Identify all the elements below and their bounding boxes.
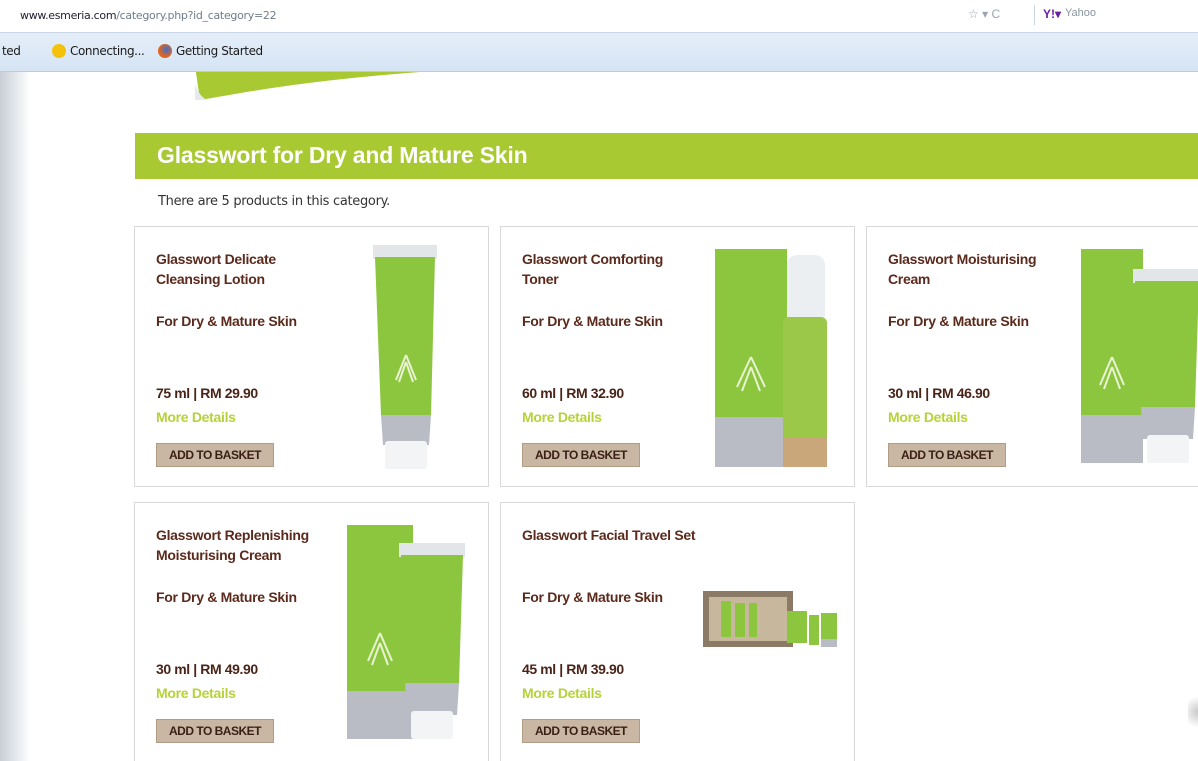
more-details-link[interactable]: More Details xyxy=(522,685,602,701)
add-to-basket-button[interactable]: ADD TO BASKET xyxy=(156,719,274,743)
url-domain: www.esmeria.com xyxy=(20,9,117,22)
product-name[interactable]: Glasswort Replenishing Moisturising Crea… xyxy=(156,525,336,565)
left-shadow xyxy=(0,72,30,761)
more-details-link[interactable]: More Details xyxy=(156,685,236,701)
yahoo-icon: Y!▾ xyxy=(1043,7,1062,21)
address-bar[interactable]: www.esmeria.com/category.php?id_category… xyxy=(0,0,1198,33)
moisturising-cream-image xyxy=(1081,249,1198,463)
page-title: Glasswort for Dry and Mature Skin xyxy=(157,142,528,168)
bookmark-connecting[interactable]: Connecting... xyxy=(52,44,145,58)
category-banner: Glasswort for Dry and Mature Skin xyxy=(135,133,1198,179)
bookmarks-toolbar: ted Connecting... Getting Started xyxy=(0,33,1198,72)
product-price: 60 ml | RM 32.90 xyxy=(522,385,624,401)
product-skin-type: For Dry & Mature Skin xyxy=(522,589,663,605)
product-price: 30 ml | RM 49.90 xyxy=(156,661,258,677)
product-price: 75 ml | RM 29.90 xyxy=(156,385,258,401)
product-card: Glasswort Comforting Toner For Dry & Mat… xyxy=(500,226,855,487)
bookmark-label: Connecting... xyxy=(70,44,145,58)
product-skin-type: For Dry & Mature Skin xyxy=(522,313,663,329)
product-card: Glasswort Facial Travel Set For Dry & Ma… xyxy=(500,502,855,761)
toner-bottle-image xyxy=(715,249,827,467)
product-name[interactable]: Glasswort Delicate Cleansing Lotion xyxy=(156,249,336,289)
smiley-icon xyxy=(52,44,66,58)
url-path: /category.php?id_category=22 xyxy=(116,9,277,22)
bookmark-partial[interactable]: ted xyxy=(2,44,21,58)
product-name[interactable]: Glasswort Comforting Toner xyxy=(522,249,702,289)
cleansing-lotion-tube-image xyxy=(373,245,437,469)
product-skin-type: For Dry & Mature Skin xyxy=(888,313,1029,329)
replenishing-cream-image xyxy=(347,525,465,739)
product-card: Glasswort Replenishing Moisturising Crea… xyxy=(134,502,489,761)
add-to-basket-button[interactable]: ADD TO BASKET xyxy=(156,443,274,467)
more-details-link[interactable]: More Details xyxy=(522,409,602,425)
bookmark-getting-started[interactable]: Getting Started xyxy=(158,44,263,58)
search-placeholder: Yahoo xyxy=(1065,7,1097,19)
more-details-link[interactable]: More Details xyxy=(156,409,236,425)
scroll-indicator xyxy=(1188,692,1198,732)
bookmark-label: Getting Started xyxy=(176,44,263,58)
product-skin-type: For Dry & Mature Skin xyxy=(156,589,297,605)
product-skin-type: For Dry & Mature Skin xyxy=(156,313,297,329)
add-to-basket-button[interactable]: ADD TO BASKET xyxy=(888,443,1006,467)
url-controls[interactable]: ☆ ▾ C xyxy=(968,7,1000,21)
search-box[interactable]: Y!▾ Yahoo xyxy=(1034,5,1198,25)
add-to-basket-button[interactable]: ADD TO BASKET xyxy=(522,443,640,467)
header-swoosh xyxy=(195,72,420,100)
more-details-link[interactable]: More Details xyxy=(888,409,968,425)
url-text[interactable]: www.esmeria.com/category.php?id_category… xyxy=(20,9,277,22)
product-card: Glasswort Moisturising Cream For Dry & M… xyxy=(866,226,1198,487)
product-count: There are 5 products in this category. xyxy=(158,194,391,209)
travel-set-image xyxy=(703,591,837,647)
product-card: Glasswort Delicate Cleansing Lotion For … xyxy=(134,226,489,487)
product-name[interactable]: Glasswort Moisturising Cream xyxy=(888,249,1068,289)
product-price: 30 ml | RM 46.90 xyxy=(888,385,990,401)
page-content: Glasswort for Dry and Mature Skin There … xyxy=(0,72,1198,761)
add-to-basket-button[interactable]: ADD TO BASKET xyxy=(522,719,640,743)
product-price: 45 ml | RM 39.90 xyxy=(522,661,624,677)
firefox-icon xyxy=(158,44,172,58)
product-name[interactable]: Glasswort Facial Travel Set xyxy=(522,525,702,545)
